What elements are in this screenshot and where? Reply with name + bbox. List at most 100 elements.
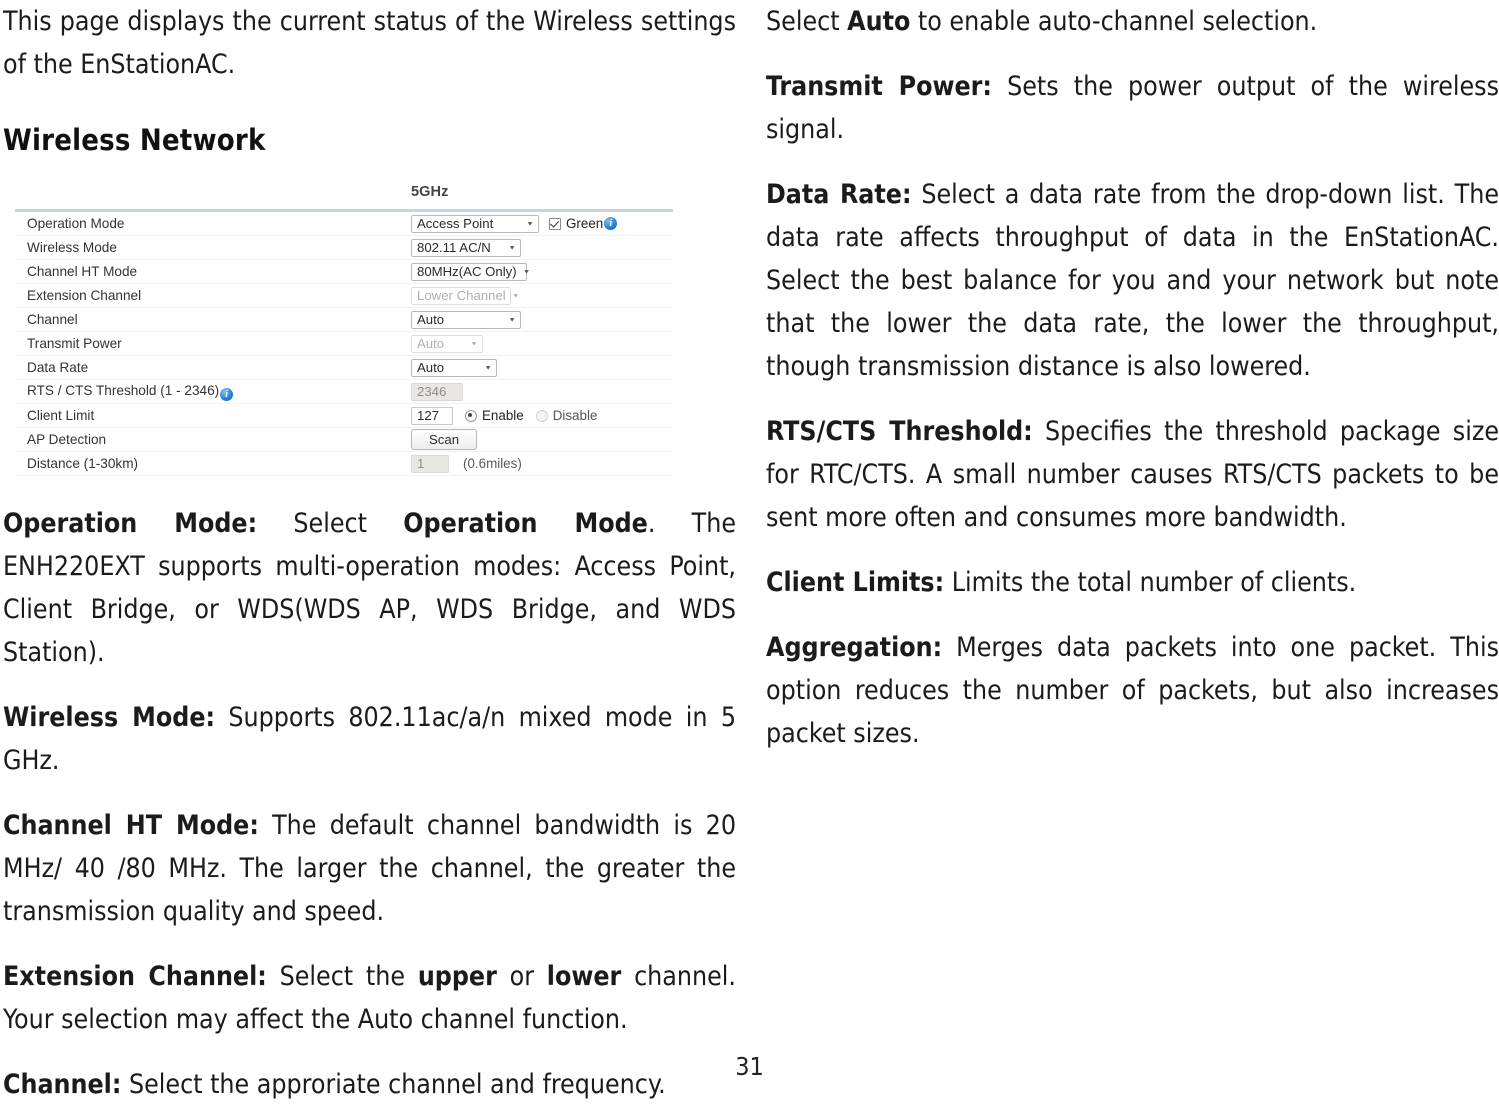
paragraph-transmit-power: Transmit Power: Sets the power output of… bbox=[766, 65, 1499, 151]
chevron-down-icon: ▼ bbox=[470, 339, 478, 347]
distance-value: 1 bbox=[417, 455, 425, 471]
channel-select[interactable]: Auto ▼ bbox=[411, 310, 521, 329]
paragraph-extension-channel: Extension Channel: Select the upper or l… bbox=[3, 955, 736, 1041]
client-limits-rest: Limits the total number of clients. bbox=[944, 567, 1357, 598]
row-value-wireless-mode: 802.11 AC/N ▼ bbox=[411, 238, 673, 257]
row-value-operation-mode: Access Point ▼ Green i bbox=[411, 214, 673, 233]
table-row: Operation Mode Access Point ▼ Green i bbox=[15, 212, 673, 236]
transmit-power-select: Auto ▼ bbox=[411, 334, 483, 353]
operation-mode-lead: Select bbox=[257, 508, 404, 539]
green-checkbox-label: Green bbox=[566, 216, 604, 231]
row-label-rts-cts-threshold: RTS / CTS Threshold (1 - 2346) i bbox=[15, 383, 411, 401]
left-column: This page displays the current status of… bbox=[3, 0, 736, 1106]
transmit-power-value: Auto bbox=[417, 335, 445, 351]
table-row: Wireless Mode 802.11 AC/N ▼ bbox=[15, 236, 673, 260]
table-row: Extension Channel Lower Channel ▼ bbox=[15, 284, 673, 308]
table-row: RTS / CTS Threshold (1 - 2346) i 2346 bbox=[15, 380, 673, 404]
client-limit-disable-label: Disable bbox=[552, 408, 598, 423]
row-value-extension-channel: Lower Channel ▼ bbox=[411, 286, 673, 305]
paragraph-client-limits: Client Limits: Limits the total number o… bbox=[766, 561, 1499, 604]
operation-mode-emphasis: Operation Mode bbox=[403, 508, 648, 539]
table-row: Data Rate Auto ▼ bbox=[15, 356, 673, 380]
row-label-wireless-mode: Wireless Mode bbox=[27, 240, 117, 255]
info-icon[interactable]: i bbox=[220, 387, 234, 401]
auto-channel-rest: to enable auto-channel selection. bbox=[910, 6, 1318, 37]
paragraph-aggregation: Aggregation: Merges data packets into on… bbox=[766, 626, 1499, 755]
row-label-channel: Channel bbox=[27, 312, 78, 327]
table-row: Transmit Power Auto ▼ bbox=[15, 332, 673, 356]
wireless-mode-value: 802.11 AC/N bbox=[417, 239, 491, 255]
chevron-down-icon: ▼ bbox=[508, 243, 516, 251]
row-label-transmit-power: Transmit Power bbox=[27, 336, 122, 351]
term-client-limits: Client Limits: bbox=[766, 567, 945, 598]
extension-channel-lead: Select the bbox=[266, 961, 418, 992]
rts-cts-threshold-value: 2346 bbox=[417, 383, 447, 399]
chevron-down-icon: ▼ bbox=[511, 291, 520, 299]
client-limit-disable-radio[interactable] bbox=[535, 409, 548, 422]
section-heading-wireless-network: Wireless Network bbox=[3, 123, 266, 157]
paragraph-data-rate: Data Rate: Select a data rate from the d… bbox=[766, 173, 1499, 388]
term-aggregation: Aggregation: bbox=[766, 632, 943, 663]
paragraph-wireless-mode: Wireless Mode: Supports 802.11ac/a/n mix… bbox=[3, 696, 736, 782]
page-number: 31 bbox=[735, 1052, 764, 1081]
row-value-transmit-power: Auto ▼ bbox=[411, 334, 673, 353]
extension-channel-emphasis-upper: upper bbox=[417, 961, 497, 992]
row-label-distance: Distance (1-30km) bbox=[27, 456, 139, 471]
paragraph-rts-cts-threshold: RTS/CTS Threshold: Specifies the thresho… bbox=[766, 410, 1499, 539]
row-value-ap-detection: Scan bbox=[411, 429, 673, 450]
table-row: Channel Auto ▼ bbox=[15, 308, 673, 332]
term-channel-ht-mode: Channel HT Mode: bbox=[3, 810, 259, 841]
distance-input[interactable]: 1 bbox=[411, 454, 449, 473]
channel-ht-mode-select[interactable]: 80MHz(AC Only) ▼ bbox=[411, 262, 531, 281]
rts-cts-threshold-input[interactable]: 2346 bbox=[411, 382, 463, 401]
extension-channel-select: Lower Channel ▼ bbox=[411, 286, 520, 305]
band-title-5ghz: 5GHz bbox=[411, 184, 449, 200]
manual-page: This page displays the current status of… bbox=[0, 0, 1499, 1100]
extension-channel-value: Lower Channel bbox=[417, 287, 506, 303]
table-row: Distance (1-30km) 1 (0.6miles) bbox=[15, 452, 673, 476]
chevron-down-icon: ▼ bbox=[522, 267, 531, 275]
wireless-mode-select[interactable]: 802.11 AC/N ▼ bbox=[411, 238, 521, 257]
table-row: Client Limit 127 Enable Disable bbox=[15, 404, 673, 428]
client-limit-enable-radio[interactable] bbox=[465, 409, 477, 422]
row-label-data-rate: Data Rate bbox=[27, 360, 89, 375]
extension-channel-mid: or bbox=[496, 961, 547, 992]
auto-channel-emphasis: Auto bbox=[847, 6, 911, 37]
table-row: Channel HT Mode 80MHz(AC Only) ▼ bbox=[15, 260, 673, 284]
client-limit-enable-label: Enable bbox=[482, 408, 524, 423]
intro-paragraph: This page displays the current status of… bbox=[3, 6, 736, 80]
green-checkbox[interactable] bbox=[549, 217, 561, 230]
paragraph-auto-channel: Select Auto to enable auto-channel selec… bbox=[766, 0, 1499, 43]
row-value-client-limit: 127 Enable Disable bbox=[411, 406, 673, 425]
row-label-client-limit: Client Limit bbox=[27, 408, 95, 423]
term-data-rate: Data Rate: bbox=[766, 179, 912, 210]
data-rate-value: Auto bbox=[417, 359, 445, 375]
table-row: AP Detection Scan bbox=[15, 428, 673, 452]
channel-ht-mode-value: 80MHz(AC Only) bbox=[417, 263, 517, 279]
paragraph-channel-ht-mode: Channel HT Mode: The default channel ban… bbox=[3, 804, 736, 933]
client-limit-input[interactable]: 127 bbox=[411, 406, 453, 425]
rts-cts-threshold-label-text: RTS / CTS Threshold (1 - 2346) bbox=[27, 382, 220, 398]
channel-value: Auto bbox=[417, 311, 445, 327]
distance-miles-suffix: (0.6miles) bbox=[463, 456, 522, 471]
term-transmit-power: Transmit Power: bbox=[766, 71, 992, 102]
row-label-channel-ht-mode: Channel HT Mode bbox=[27, 264, 138, 279]
term-rts-cts-threshold: RTS/CTS Threshold: bbox=[766, 416, 1033, 447]
extension-channel-emphasis-lower: lower bbox=[546, 961, 622, 992]
chevron-down-icon: ▼ bbox=[484, 363, 492, 371]
row-label-extension-channel: Extension Channel bbox=[27, 288, 142, 303]
row-value-distance: 1 (0.6miles) bbox=[411, 454, 673, 473]
term-operation-mode: Operation Mode: bbox=[3, 508, 258, 539]
term-extension-channel: Extension Channel: bbox=[3, 961, 267, 992]
router-ui-screenshot: 5GHz Operation Mode Access Point ▼ Green… bbox=[15, 184, 715, 476]
operation-mode-value: Access Point bbox=[417, 215, 494, 231]
data-rate-select[interactable]: Auto ▼ bbox=[411, 358, 497, 377]
chevron-down-icon: ▼ bbox=[526, 219, 534, 227]
wireless-settings-table: Operation Mode Access Point ▼ Green i Wi… bbox=[15, 209, 673, 476]
client-limit-value: 127 bbox=[417, 407, 440, 423]
row-value-channel: Auto ▼ bbox=[411, 310, 673, 329]
info-icon[interactable]: i bbox=[604, 217, 618, 230]
scan-button[interactable]: Scan bbox=[411, 429, 477, 450]
operation-mode-select[interactable]: Access Point ▼ bbox=[411, 214, 539, 233]
row-value-rts-cts-threshold: 2346 bbox=[411, 382, 673, 401]
